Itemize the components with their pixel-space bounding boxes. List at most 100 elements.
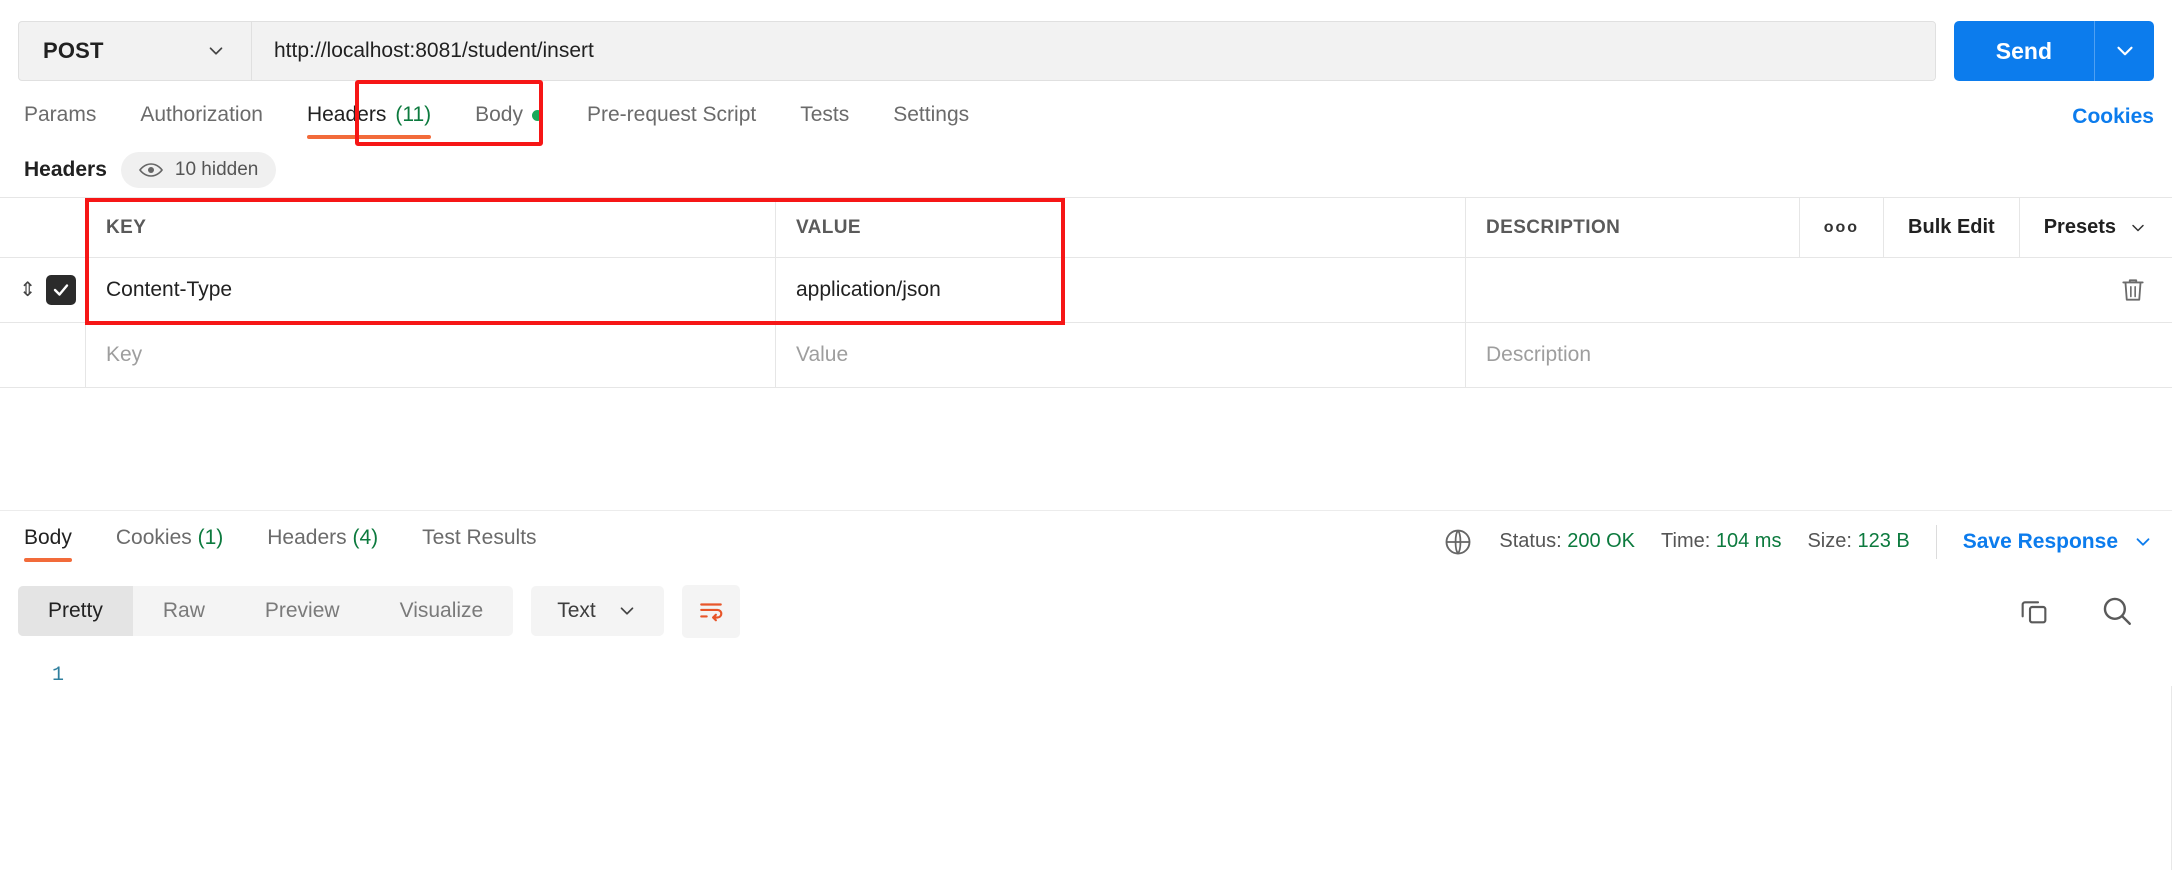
globe-icon[interactable]	[1443, 527, 1473, 557]
row-enabled-checkbox[interactable]	[46, 275, 76, 305]
word-wrap-icon	[699, 603, 723, 622]
tab-label: Headers	[267, 525, 347, 549]
send-button[interactable]: Send	[1953, 21, 2094, 81]
table-header-row: KEY VALUE DESCRIPTION ooo Bulk Edit Pres…	[0, 198, 2172, 258]
hidden-headers-count: 10 hidden	[174, 159, 259, 180]
response-body-right-icons	[2018, 594, 2154, 628]
chevron-down-icon	[2116, 46, 2133, 56]
tab-label: Tests	[800, 103, 850, 126]
headers-section-label: Headers	[24, 158, 107, 181]
cookies-link[interactable]: Cookies	[2072, 105, 2154, 143]
tab-label: Body	[24, 525, 72, 549]
view-visualize-button[interactable]: Visualize	[370, 586, 514, 636]
column-header-description: DESCRIPTION	[1465, 198, 1799, 257]
active-tab-underline	[24, 557, 72, 562]
tab-body[interactable]: Body	[453, 97, 565, 143]
view-raw-button[interactable]: Raw	[133, 586, 235, 636]
row-delete-cell	[2052, 323, 2172, 387]
view-preview-button[interactable]: Preview	[235, 586, 370, 636]
tab-label: Test Results	[422, 525, 537, 549]
request-url-bar: POST http://localhost:8081/student/inser…	[0, 0, 2172, 88]
row-gutter: ⇕	[0, 258, 85, 322]
search-icon	[2103, 597, 2131, 625]
size-value: 123 B	[1857, 530, 1910, 552]
copy-button[interactable]	[2018, 595, 2050, 627]
request-tabs-bar: Params Authorization Headers (11) Body P…	[0, 80, 2172, 146]
new-key-input[interactable]: Key	[85, 323, 775, 387]
meta-divider	[1935, 524, 1937, 559]
row-gutter	[0, 323, 85, 387]
time-value: 104 ms	[1715, 530, 1782, 552]
table-row: ⇕ Content-Type application/json	[0, 258, 2172, 323]
response-body-code-area[interactable]: 1	[0, 650, 2172, 800]
send-group: Send	[1953, 21, 2154, 81]
view-pretty-button[interactable]: Pretty	[18, 586, 133, 636]
status-value: 200 OK	[1567, 530, 1636, 552]
ellipsis-icon: ooo	[1823, 218, 1860, 236]
new-value-input[interactable]: Value	[775, 323, 1465, 387]
tab-count: (11)	[395, 103, 432, 126]
bulk-edit-button[interactable]: Bulk Edit	[1883, 198, 2019, 257]
table-header-actions: ooo Bulk Edit Presets	[1798, 198, 2172, 257]
tab-authorization[interactable]: Authorization	[118, 97, 285, 143]
row-gutter	[0, 198, 85, 257]
tab-label: Authorization	[140, 103, 263, 126]
row-description-input[interactable]	[1465, 258, 2052, 322]
tab-count: (1)	[197, 525, 224, 549]
drag-handle-icon[interactable]: ⇕	[19, 280, 36, 300]
tab-tests[interactable]: Tests	[778, 97, 871, 143]
size-label: Size:	[1807, 530, 1852, 552]
chevron-down-icon	[620, 607, 634, 615]
method-url-group: POST http://localhost:8081/student/inser…	[18, 21, 1936, 81]
presets-label: Presets	[2043, 216, 2116, 238]
response-tab-test-results[interactable]: Test Results	[400, 520, 558, 564]
response-tab-cookies[interactable]: Cookies (1)	[94, 520, 245, 564]
panel-divider-space	[0, 388, 2172, 510]
response-tab-body[interactable]: Body	[18, 520, 94, 564]
search-button[interactable]	[2100, 594, 2134, 628]
tab-label: Body	[475, 103, 523, 126]
column-header-value: VALUE	[775, 198, 1465, 257]
status-label: Status:	[1499, 530, 1562, 552]
response-meta: Status: 200 OK Time: 104 ms Size: 123 B …	[1443, 524, 2154, 559]
tab-label: Settings	[893, 103, 970, 126]
headers-subheader: Headers 10 hidden	[0, 143, 2172, 197]
url-text: http://localhost:8081/student/insert	[274, 39, 594, 62]
response-body-toolbar: Pretty Raw Preview Visualize Text	[0, 572, 2172, 650]
tab-label: Params	[24, 103, 97, 126]
response-view-segmented-control: Pretty Raw Preview Visualize	[18, 586, 514, 636]
tab-label: Headers	[306, 103, 387, 126]
tab-params[interactable]: Params	[18, 97, 118, 143]
chevron-down-icon	[209, 47, 223, 55]
save-response-button[interactable]: Save Response	[1963, 530, 2154, 554]
tab-label: Cookies	[115, 525, 192, 549]
response-format-select[interactable]: Text	[531, 586, 664, 636]
copy-icon	[2021, 601, 2047, 624]
tab-pre-request-script[interactable]: Pre-request Script	[565, 97, 778, 143]
chevron-down-icon	[2136, 537, 2150, 546]
http-method-label: POST	[43, 38, 104, 63]
new-description-input[interactable]: Description	[1465, 323, 2052, 387]
tab-headers[interactable]: Headers (11)	[285, 97, 453, 143]
send-options-button[interactable]	[2094, 21, 2154, 81]
tab-settings[interactable]: Settings	[871, 97, 991, 143]
chevron-down-icon	[2132, 224, 2144, 231]
trash-icon[interactable]	[2120, 276, 2146, 304]
response-tabs-bar: Body Cookies (1) Headers (4) Test Result…	[0, 510, 2172, 572]
row-value-input[interactable]: application/json	[775, 258, 1465, 322]
http-method-select[interactable]: POST	[19, 22, 252, 80]
row-key-input[interactable]: Content-Type	[85, 258, 775, 322]
active-tab-underline	[306, 135, 432, 139]
presets-button[interactable]: Presets	[2018, 198, 2172, 257]
word-wrap-button[interactable]	[681, 584, 740, 638]
request-tabs: Params Authorization Headers (11) Body P…	[18, 97, 991, 143]
hidden-headers-toggle[interactable]: 10 hidden	[120, 152, 277, 188]
line-number: 1	[51, 664, 64, 687]
url-input[interactable]: http://localhost:8081/student/insert	[252, 22, 1935, 80]
more-options-button[interactable]: ooo	[1798, 198, 1883, 257]
column-header-key: KEY	[85, 198, 775, 257]
check-icon	[53, 284, 69, 296]
response-format-label: Text	[557, 599, 596, 622]
response-tab-headers[interactable]: Headers (4)	[245, 520, 400, 564]
tab-label: Pre-request Script	[587, 103, 757, 126]
